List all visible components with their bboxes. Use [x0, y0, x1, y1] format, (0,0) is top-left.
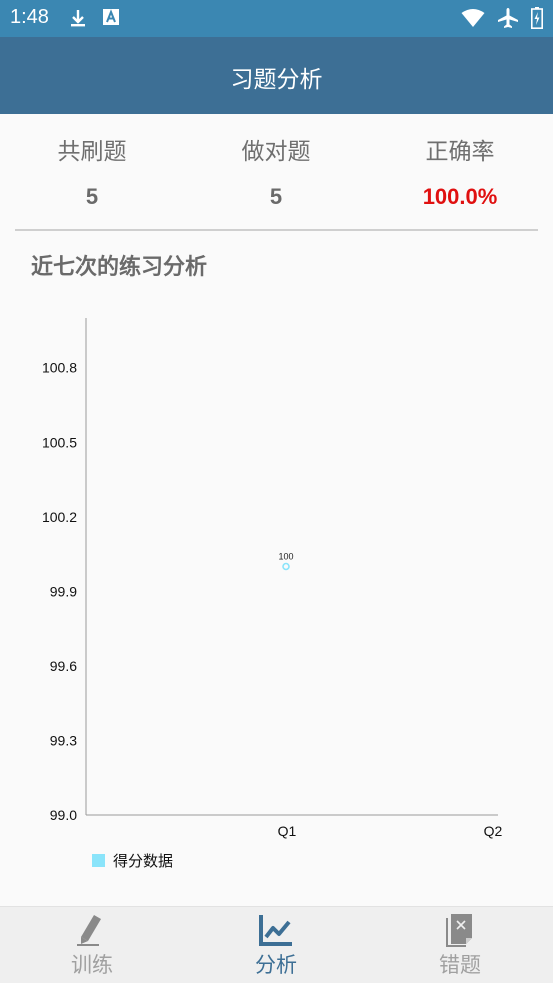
stats-divider — [15, 229, 538, 231]
y-tick-label: 99.9 — [50, 583, 77, 599]
page-title: 习题分析 — [230, 67, 323, 93]
x-tick-label: Q2 — [484, 823, 503, 839]
section-title: 近七次的练习分析 — [31, 255, 208, 280]
status-notification-icons — [68, 8, 120, 28]
stat-correct-label: 做对题 — [241, 139, 311, 165]
status-time: 1:48 — [10, 6, 49, 28]
y-tick-label: 100.8 — [42, 360, 77, 376]
legend-label: 得分数据 — [113, 852, 174, 870]
nav-item-mistakes[interactable]: 错题 — [368, 907, 552, 983]
stat-total-label: 共刷题 — [57, 139, 127, 165]
nav-label-train: 训练 — [71, 953, 113, 977]
wrong-note-icon — [446, 914, 472, 947]
app-bar: 习题分析 — [0, 37, 553, 114]
chart-legend: 得分数据 — [92, 850, 173, 871]
score-line-chart: 99.0 99.3 99.6 99.9 100.2 100.5 100.8 Q1 Q2 100 — [42, 318, 503, 839]
stat-correct: 做对题 5 — [184, 132, 368, 210]
download-icon — [71, 10, 85, 27]
airplane-icon — [498, 8, 518, 28]
y-tick-label: 100.5 — [42, 434, 77, 450]
stat-accuracy-value: 100.0% — [422, 184, 498, 209]
stat-accuracy-label: 正确率 — [425, 139, 495, 165]
x-tick-label: Q1 — [278, 823, 297, 839]
stat-accuracy: 正确率 100.0% — [368, 132, 552, 210]
stat-total: 共刷题 5 — [0, 132, 184, 210]
a-notification-icon — [103, 9, 119, 25]
y-tick-label: 99.3 — [50, 732, 77, 748]
data-point — [282, 562, 290, 571]
data-label: 100 — [278, 552, 293, 562]
nav-item-analysis[interactable]: 分析 — [184, 907, 368, 983]
stat-correct-value: 5 — [269, 184, 283, 209]
status-bar: 1:48 — [0, 0, 553, 37]
legend-swatch — [92, 854, 105, 867]
y-tick-label: 99.6 — [50, 658, 77, 674]
status-system-icons — [461, 7, 543, 29]
wifi-icon — [461, 9, 485, 27]
pencil-icon — [77, 915, 101, 946]
nav-label-mistakes: 错题 — [439, 953, 481, 977]
battery-icon — [531, 7, 543, 29]
nav-label-analysis: 分析 — [255, 953, 297, 977]
stat-total-value: 5 — [85, 184, 99, 209]
y-tick-label: 100.2 — [42, 509, 77, 525]
bottom-nav: 训练 分析 错题 — [0, 906, 553, 983]
stats-summary: 共刷题 5 做对题 5 正确率 100.0% — [0, 114, 553, 230]
y-tick-label: 99.0 — [50, 807, 77, 823]
line-chart-icon — [259, 915, 292, 946]
nav-item-train[interactable]: 训练 — [0, 907, 184, 983]
